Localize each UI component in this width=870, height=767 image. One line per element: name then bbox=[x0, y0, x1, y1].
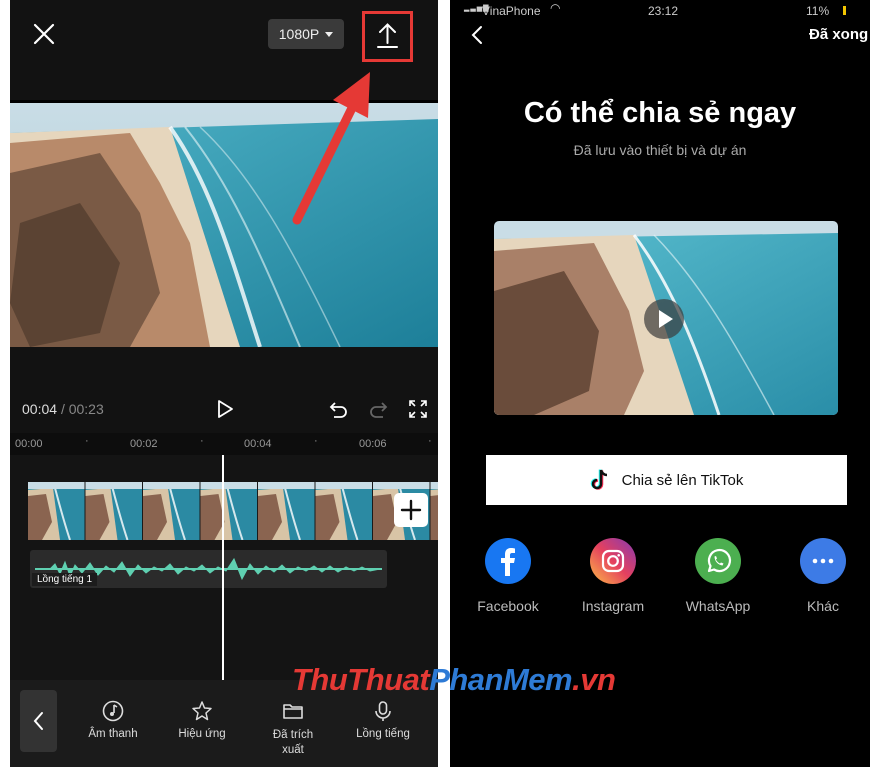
current-time: 00:04 bbox=[22, 401, 58, 417]
video-preview bbox=[10, 103, 438, 347]
editor-top-bar: 1080P bbox=[10, 0, 438, 100]
share-more[interactable]: Khác bbox=[773, 538, 870, 614]
video-play-button[interactable] bbox=[644, 299, 684, 339]
beach-aerial-image bbox=[10, 103, 438, 347]
watermark-part-1: ThuThuat bbox=[292, 662, 430, 697]
facebook-label: Facebook bbox=[477, 598, 539, 614]
tiktok-icon bbox=[590, 469, 607, 490]
caret-down-icon bbox=[325, 31, 334, 37]
site-watermark: ThuThuatPhanMem.vn bbox=[292, 662, 616, 698]
whatsapp-icon bbox=[695, 538, 741, 584]
ruler-tick: 00:02 bbox=[130, 438, 158, 450]
share-instagram[interactable]: Instagram bbox=[563, 538, 663, 614]
watermark-part-2: PhanMem bbox=[429, 662, 573, 697]
undo-icon[interactable] bbox=[329, 399, 349, 419]
play-icon bbox=[659, 310, 673, 328]
timeline: Lồng tiếng 1 bbox=[10, 455, 438, 680]
carrier-name: VinaPhone bbox=[482, 4, 541, 18]
audio-track-label: Lồng tiếng 1 bbox=[32, 573, 98, 586]
ruler-tick: 00:06 bbox=[359, 438, 387, 450]
fullscreen-icon[interactable] bbox=[408, 399, 428, 419]
plus-icon bbox=[400, 499, 422, 521]
playhead[interactable] bbox=[222, 455, 224, 681]
exported-video-preview[interactable] bbox=[494, 221, 838, 415]
tool-audio-label: Âm thanh bbox=[88, 728, 138, 740]
share-subtitle: Đã lưu vào thiết bị và dự án bbox=[573, 142, 747, 158]
chevron-left-icon bbox=[33, 712, 43, 730]
tool-effects-label: Hiệu ứng bbox=[178, 728, 226, 740]
video-editor-panel: 1080P 00:04 / 00:23 00:00 · 00:02 · 00:0… bbox=[10, 0, 438, 767]
upload-icon bbox=[377, 23, 398, 48]
instagram-label: Instagram bbox=[581, 598, 645, 614]
close-icon[interactable] bbox=[32, 22, 56, 46]
redo-icon[interactable] bbox=[368, 399, 388, 419]
back-chevron-icon[interactable] bbox=[470, 24, 484, 46]
folder-icon bbox=[283, 704, 303, 719]
resolution-dropdown[interactable]: 1080P bbox=[268, 19, 344, 49]
resolution-value: 1080P bbox=[278, 26, 320, 42]
status-bar: ▂▃▅▇ VinaPhone ◠ 23:12 11% bbox=[450, 0, 870, 22]
ruler-tick: 00:04 bbox=[244, 438, 272, 450]
share-facebook[interactable]: Facebook bbox=[458, 538, 558, 614]
wifi-icon: ◠ bbox=[550, 1, 561, 15]
share-screen-panel: ▂▃▅▇ VinaPhone ◠ 23:12 11% Đã xong Có th… bbox=[450, 0, 870, 767]
total-time: 00:23 bbox=[68, 401, 104, 417]
time-display: 00:04 / 00:23 bbox=[22, 401, 104, 417]
instagram-icon bbox=[590, 538, 636, 584]
done-button[interactable]: Đã xong bbox=[809, 26, 868, 43]
whatsapp-label: WhatsApp bbox=[685, 598, 751, 614]
export-button[interactable] bbox=[362, 11, 413, 62]
microphone-icon bbox=[375, 701, 391, 721]
play-icon[interactable] bbox=[215, 399, 235, 419]
more-label: Khác bbox=[807, 598, 839, 614]
add-clip-button[interactable] bbox=[394, 493, 428, 527]
share-whatsapp[interactable]: WhatsApp bbox=[668, 538, 768, 614]
tool-audio[interactable]: Âm thanh bbox=[70, 680, 156, 767]
star-effect-icon bbox=[192, 701, 212, 721]
tool-effects[interactable]: Hiệu ứng bbox=[159, 680, 245, 767]
share-to-tiktok-button[interactable]: Chia sẻ lên TikTok bbox=[486, 455, 847, 505]
audio-track[interactable]: Lồng tiếng 1 bbox=[30, 550, 387, 588]
time-ruler: 00:00 · 00:02 · 00:04 · 00:06 · bbox=[10, 433, 438, 455]
tool-extracted-label: Đã trích xuất bbox=[272, 729, 314, 756]
battery-level: 11% bbox=[806, 4, 830, 18]
more-icon bbox=[800, 538, 846, 584]
status-time: 23:12 bbox=[648, 4, 679, 18]
battery-icon bbox=[843, 6, 846, 15]
playback-controls: 00:04 / 00:23 bbox=[10, 347, 438, 433]
watermark-part-3: .vn bbox=[572, 662, 616, 697]
share-to-tiktok-label: Chia sẻ lên TikTok bbox=[621, 471, 744, 489]
back-button[interactable] bbox=[20, 690, 57, 752]
music-note-icon bbox=[102, 700, 124, 722]
ruler-tick: 00:00 bbox=[15, 438, 43, 450]
facebook-icon bbox=[485, 538, 531, 584]
share-title: Có thể chia sẻ ngay bbox=[523, 97, 797, 129]
clip-thumbnails bbox=[28, 482, 438, 540]
video-clip-track[interactable] bbox=[28, 482, 438, 540]
tool-voiceover-label: Lồng tiếng bbox=[356, 728, 410, 740]
